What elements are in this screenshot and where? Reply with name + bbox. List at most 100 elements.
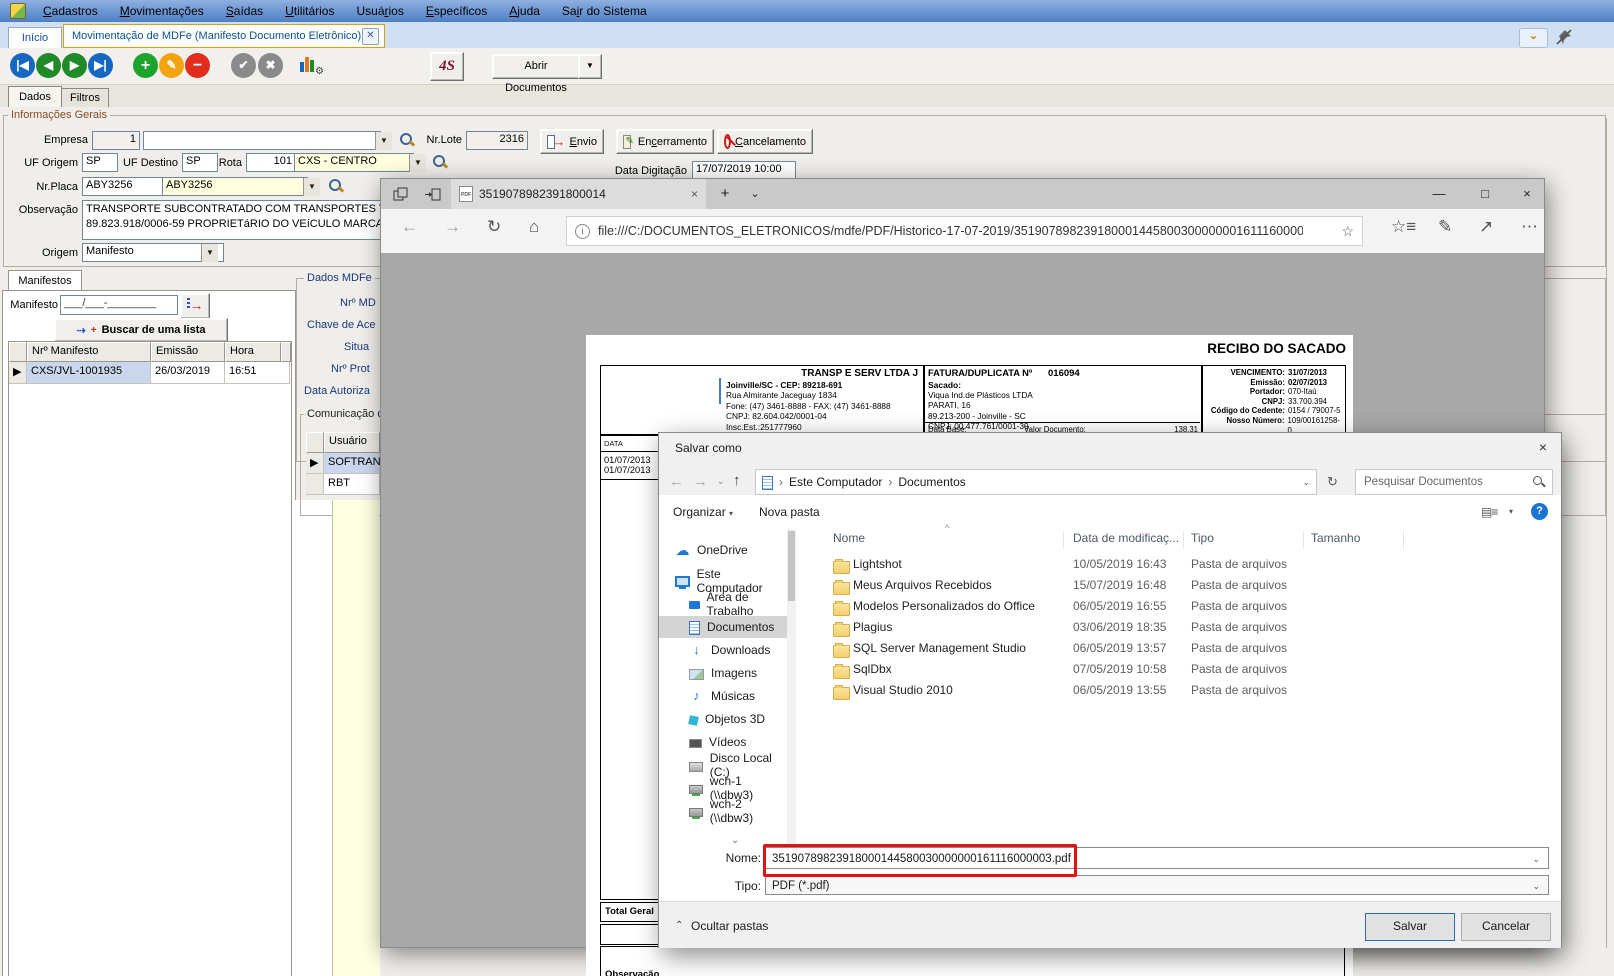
- grid-col-hora[interactable]: Hora: [225, 342, 281, 362]
- rota-input[interactable]: 101: [246, 153, 296, 172]
- menu-utilit-rios[interactable]: Utilitários: [274, 1, 345, 21]
- settings-ellipsis-icon[interactable]: ⋯: [1521, 217, 1538, 237]
- placa-input[interactable]: ABY3256: [82, 177, 164, 196]
- envio-button[interactable]: → Envio: [540, 129, 604, 154]
- search-icon[interactable]: [1532, 475, 1546, 489]
- minimize-button[interactable]: —: [1416, 179, 1462, 209]
- softran-logo-button[interactable]: 4S: [430, 52, 464, 81]
- tab-close-icon[interactable]: ×: [691, 187, 698, 201]
- sidebar-item-onedrive[interactable]: OneDrive: [659, 539, 787, 561]
- tab-list-dropdown-icon[interactable]: ⌄: [743, 179, 767, 209]
- sidebar-item-este-computador[interactable]: Este Computador: [659, 570, 787, 592]
- rota-combo-dropdown-icon[interactable]: ▼: [409, 154, 426, 172]
- set-tabs-aside-icon[interactable]: [425, 187, 441, 202]
- user-row-rbt[interactable]: RBT: [324, 474, 380, 495]
- first-record-button[interactable]: |◀: [10, 53, 35, 78]
- grid-col-emissao[interactable]: Emissão: [151, 342, 225, 362]
- uf-origem-input[interactable]: SP: [82, 153, 118, 172]
- subtab-dados[interactable]: Dados: [8, 86, 62, 108]
- file-row-visual-studio-2010[interactable]: Visual Studio 201006/05/2019 13:55Pasta …: [799, 683, 1559, 704]
- menu-cadastros[interactable]: Cadastros: [32, 1, 109, 21]
- col-header-nome[interactable]: Nome: [833, 531, 865, 545]
- nova-pasta-button[interactable]: Nova pasta: [759, 505, 820, 519]
- dialog-forward-icon[interactable]: →: [693, 473, 708, 490]
- tab-close-icon[interactable]: ✕: [362, 28, 379, 45]
- search-box[interactable]: Pesquisar Documentos: [1355, 469, 1553, 495]
- add-record-button[interactable]: +: [133, 53, 158, 78]
- forward-icon[interactable]: →: [444, 217, 461, 237]
- manifesto-mask-input[interactable]: ___/___-________: [60, 295, 178, 315]
- placa-search-icon[interactable]: [328, 178, 344, 194]
- nrlote-input[interactable]: 2316: [466, 131, 528, 150]
- filename-dropdown-icon[interactable]: ⌄: [1532, 848, 1540, 869]
- rota-combo[interactable]: CXS - CENTRO: [294, 153, 414, 172]
- dialog-history-dropdown-icon[interactable]: ⌄: [717, 476, 725, 487]
- menu-sair-do-sistema[interactable]: Sair do Sistema: [551, 1, 658, 21]
- encerramento-button[interactable]: ✎ Encerramento: [616, 129, 714, 154]
- grid-col-nr-manifesto[interactable]: Nrº Manifesto: [27, 342, 151, 362]
- confirm-button[interactable]: ✔: [231, 53, 256, 78]
- grid-cell-hora[interactable]: 16:51: [225, 362, 290, 384]
- tab-overflow-button[interactable]: ⌄: [1519, 28, 1548, 48]
- salvar-button[interactable]: Salvar: [1365, 913, 1455, 941]
- manifesto-go-button[interactable]: →: [180, 293, 210, 319]
- tab-inicio[interactable]: Início: [8, 27, 62, 49]
- close-button[interactable]: ×: [1508, 179, 1546, 209]
- sidebar-item-rea-de-trabalho[interactable]: Área de Trabalho: [659, 593, 787, 615]
- menu-usu-rios[interactable]: Usuários: [345, 1, 414, 21]
- refresh-icon[interactable]: ↻: [487, 217, 501, 237]
- breadcrumb-current[interactable]: Documentos: [898, 475, 965, 489]
- user-row-softran[interactable]: SOFTRAN: [324, 453, 380, 474]
- organizar-button[interactable]: Organizar ▾: [673, 505, 733, 519]
- rota-search-icon[interactable]: [432, 154, 448, 170]
- col-header-tamanho[interactable]: Tamanho: [1311, 531, 1360, 545]
- home-icon[interactable]: ⌂: [529, 217, 539, 237]
- grid-cell-nr[interactable]: CXS/JVL-1001935: [27, 362, 151, 384]
- view-mode-dropdown-icon[interactable]: ▾: [1509, 507, 1513, 516]
- edit-record-button[interactable]: ✎: [159, 53, 184, 78]
- menu-sa-das[interactable]: Saídas: [215, 1, 274, 21]
- dialog-close-icon[interactable]: ×: [1523, 433, 1563, 461]
- user-grid-col-usuario[interactable]: Usuário: [324, 432, 380, 453]
- sidebar-scrollbar[interactable]: [787, 529, 796, 845]
- url-bar[interactable]: i file:///C:/DOCUMENTOS_ELETRONICOS/mdfe…: [566, 216, 1363, 246]
- file-row-meus-arquivos-recebidos[interactable]: Meus Arquivos Recebidos15/07/2019 16:48P…: [799, 578, 1559, 599]
- menu-espec-ficos[interactable]: Específicos: [415, 1, 498, 21]
- ocultar-pastas-button[interactable]: Ocultar pastas: [691, 919, 768, 933]
- placa-combo-dropdown-icon[interactable]: ▼: [303, 178, 320, 196]
- back-icon[interactable]: ←: [401, 217, 418, 237]
- dialog-up-icon[interactable]: ↑: [733, 472, 741, 489]
- placa-combo[interactable]: ABY3256: [162, 177, 308, 196]
- file-row-sql-server-management-studio[interactable]: SQL Server Management Studio06/05/2019 1…: [799, 641, 1559, 662]
- manifestos-tab[interactable]: Manifestos: [8, 270, 82, 292]
- col-header-data[interactable]: Data de modificaç...: [1073, 531, 1179, 545]
- sidebar-item-documentos[interactable]: Documentos: [659, 616, 787, 638]
- sidebar-scrollbar-thumb[interactable]: [788, 531, 795, 601]
- last-record-button[interactable]: ▶|: [88, 53, 113, 78]
- filetype-select[interactable]: PDF (*.pdf) ⌄: [765, 875, 1549, 895]
- sidebar-item-v-deos[interactable]: Vídeos: [659, 731, 787, 753]
- buscar-lista-button[interactable]: ⇢+ Buscar de uma lista: [54, 318, 228, 342]
- breadcrumb-root[interactable]: Este Computador: [789, 475, 882, 489]
- cancelar-button[interactable]: Cancelar: [1461, 913, 1551, 941]
- view-mode-icon[interactable]: ▤≡: [1481, 505, 1497, 519]
- breadcrumb[interactable]: › Este Computador › Documentos ⌄: [755, 469, 1317, 495]
- share-icon[interactable]: ↗: [1479, 217, 1493, 237]
- new-tab-button[interactable]: +: [713, 179, 737, 209]
- filetype-dropdown-icon[interactable]: ⌄: [1532, 876, 1540, 896]
- info-icon[interactable]: i: [575, 224, 590, 239]
- subtab-filtros[interactable]: Filtros: [61, 88, 109, 109]
- abrir-documentos-dropdown[interactable]: ▼: [578, 54, 602, 79]
- sidebar-item-m-sicas[interactable]: Músicas: [659, 685, 787, 707]
- file-row-modelos-personalizados-do-office[interactable]: Modelos Personalizados do Office06/05/20…: [799, 599, 1559, 620]
- empresa-input[interactable]: 1: [92, 131, 140, 150]
- file-row-sqldbx[interactable]: SqlDbx07/05/2019 10:58Pasta de arquivos: [799, 662, 1559, 683]
- empresa-combo[interactable]: [143, 131, 381, 150]
- delete-record-button[interactable]: −: [185, 53, 210, 78]
- favorites-list-icon[interactable]: ☆≡: [1391, 217, 1416, 237]
- ocultar-chevron-icon[interactable]: ⌃: [675, 920, 683, 931]
- menu-ajuda[interactable]: Ajuda: [498, 1, 551, 21]
- dialog-back-icon[interactable]: ←: [669, 473, 684, 490]
- sidebar-more-chevron-icon[interactable]: ⌄: [731, 835, 739, 846]
- abrir-documentos-button[interactable]: Abrir Documentos: [492, 54, 580, 79]
